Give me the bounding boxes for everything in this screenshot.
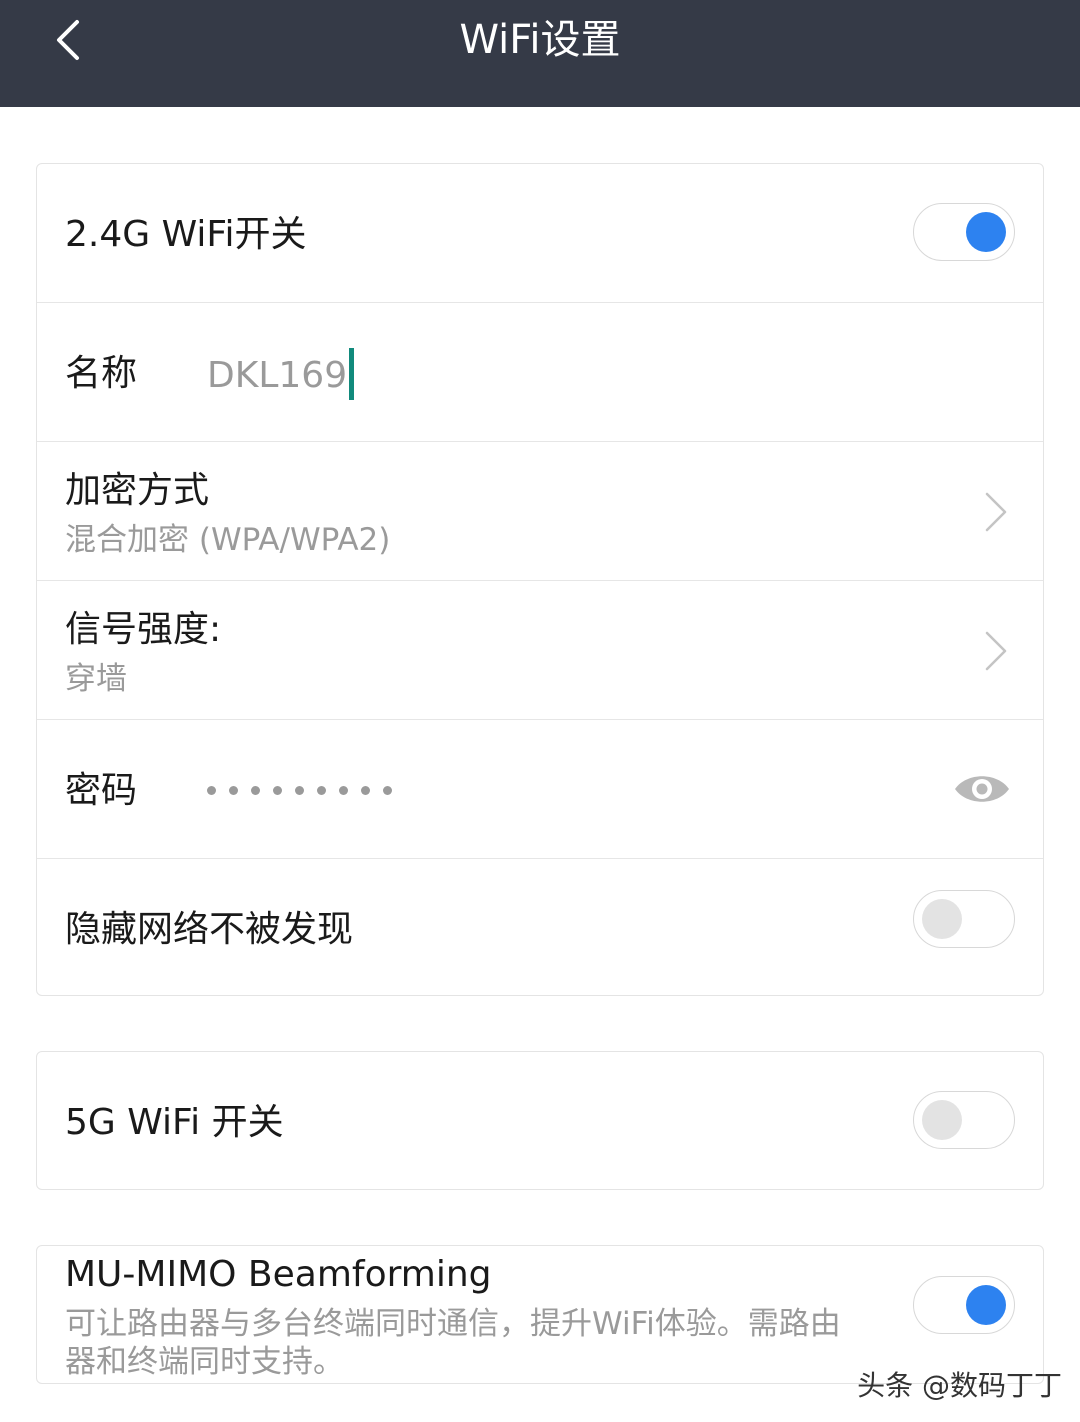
text-cursor xyxy=(349,348,355,400)
chevron-right-icon xyxy=(985,631,1007,671)
password-input[interactable] xyxy=(207,786,392,800)
toggle-knob xyxy=(966,212,1006,252)
watermark: 头条 @数码丁丁 xyxy=(857,1369,1062,1402)
hide-network-row: 隐藏网络不被发现 xyxy=(37,859,1043,995)
mumimo-description-line1: 可让路由器与多台终端同时通信，提升WiFi体验。需路由 xyxy=(65,1306,841,1342)
signal-strength-row[interactable]: 信号强度: 穿墙 xyxy=(37,581,1043,720)
wifi-5g-card: 5G WiFi 开关 xyxy=(36,1051,1044,1190)
encryption-label: 加密方式 xyxy=(65,470,210,511)
wifi-5g-toggle[interactable] xyxy=(913,1091,1015,1149)
encryption-value: 混合加密 (WPA/WPA2) xyxy=(65,522,391,558)
signal-strength-label: 信号强度: xyxy=(65,609,222,650)
page-title: WiFi设置 xyxy=(459,17,621,63)
mumimo-label: MU-MIMO Beamforming xyxy=(65,1254,492,1295)
wifi-24g-switch-label: 2.4G WiFi开关 xyxy=(65,214,307,255)
hide-network-toggle[interactable] xyxy=(913,890,1015,948)
password-label: 密码 xyxy=(65,770,138,811)
eye-icon[interactable] xyxy=(953,768,1011,810)
password-row: 密码 xyxy=(37,720,1043,859)
wifi-24g-toggle[interactable] xyxy=(913,203,1015,261)
toggle-knob xyxy=(922,899,962,939)
wifi-name-row: 名称 DKL169 xyxy=(37,303,1043,442)
wifi-24g-switch-row: 2.4G WiFi开关 xyxy=(37,164,1043,303)
wifi-name-value: DKL169 xyxy=(207,355,348,396)
hide-network-label: 隐藏网络不被发现 xyxy=(65,909,354,950)
toggle-knob xyxy=(966,1285,1006,1325)
wifi-name-input[interactable]: DKL169 xyxy=(207,348,355,403)
mumimo-toggle[interactable] xyxy=(913,1276,1015,1334)
mumimo-description-line2: 器和终端同时支持。 xyxy=(65,1344,344,1380)
signal-strength-value: 穿墙 xyxy=(65,661,127,697)
chevron-right-icon xyxy=(985,492,1007,532)
wifi-5g-switch-label: 5G WiFi 开关 xyxy=(65,1102,284,1143)
toggle-knob xyxy=(922,1100,962,1140)
wifi-name-label: 名称 xyxy=(65,353,138,394)
wifi-24g-card: 2.4G WiFi开关 名称 DKL169 加密方式 混合加密 (WPA/WPA… xyxy=(36,163,1044,996)
encryption-row[interactable]: 加密方式 混合加密 (WPA/WPA2) xyxy=(37,442,1043,581)
wifi-5g-switch-row: 5G WiFi 开关 xyxy=(37,1052,1043,1189)
app-header: WiFi设置 xyxy=(0,0,1080,107)
